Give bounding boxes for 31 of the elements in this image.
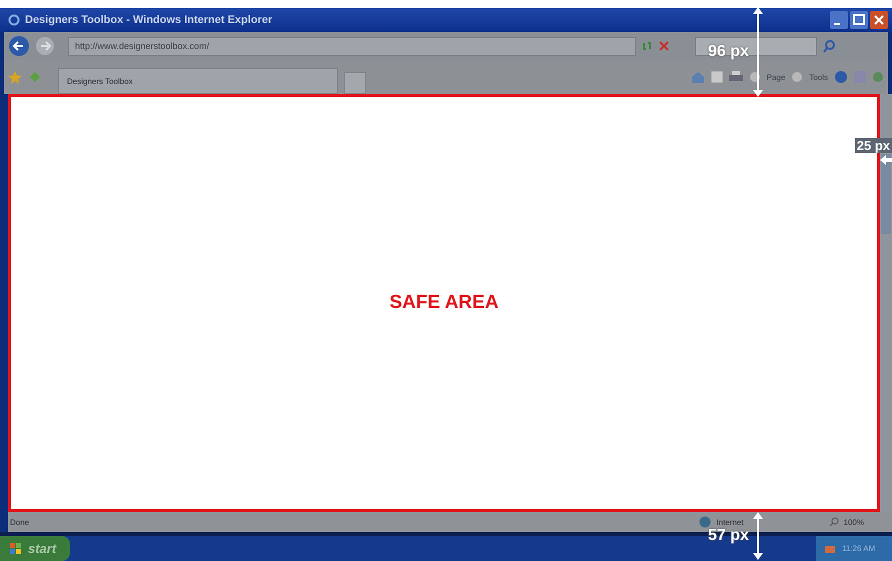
zoom-level[interactable]: 100% <box>844 518 864 526</box>
help-icon[interactable] <box>834 70 848 84</box>
zoom-icon <box>828 517 839 527</box>
close-button[interactable] <box>870 11 888 29</box>
new-tab-button[interactable] <box>344 72 366 94</box>
home-icon[interactable] <box>690 70 705 84</box>
star-icon[interactable] <box>8 70 22 84</box>
minimize-button[interactable] <box>830 11 848 29</box>
address-field[interactable]: http://www.designerstoolbox.com/ <box>68 36 636 56</box>
measurement-label: 25 px <box>854 138 892 153</box>
zone-label: Internet <box>716 518 744 526</box>
start-button[interactable]: start <box>0 536 70 561</box>
scroll-thumb[interactable] <box>881 154 891 234</box>
browser-tab[interactable]: Designers Toolbox <box>58 68 338 94</box>
windows-logo-icon <box>10 542 22 554</box>
browser-logo-icon <box>8 14 20 26</box>
page-menu[interactable]: Page <box>766 72 786 82</box>
status-text: Done <box>10 518 30 526</box>
tools-menu[interactable]: Tools <box>809 72 828 82</box>
forward-button[interactable] <box>35 36 55 56</box>
measurement-label: 96 px <box>708 43 749 61</box>
back-button[interactable] <box>8 35 30 57</box>
safe-area-label: SAFE AREA <box>389 292 499 314</box>
clock: 11:26 AM <box>842 544 876 553</box>
printer-icon[interactable] <box>728 71 743 83</box>
measurement-label: 57 px <box>708 527 749 545</box>
window-title: Designers Toolbox - Windows Internet Explorer <box>25 14 272 26</box>
search-icon[interactable] <box>822 39 836 53</box>
maximize-button[interactable] <box>850 11 868 29</box>
globe-icon <box>699 516 712 528</box>
stop-icon[interactable] <box>658 40 670 52</box>
